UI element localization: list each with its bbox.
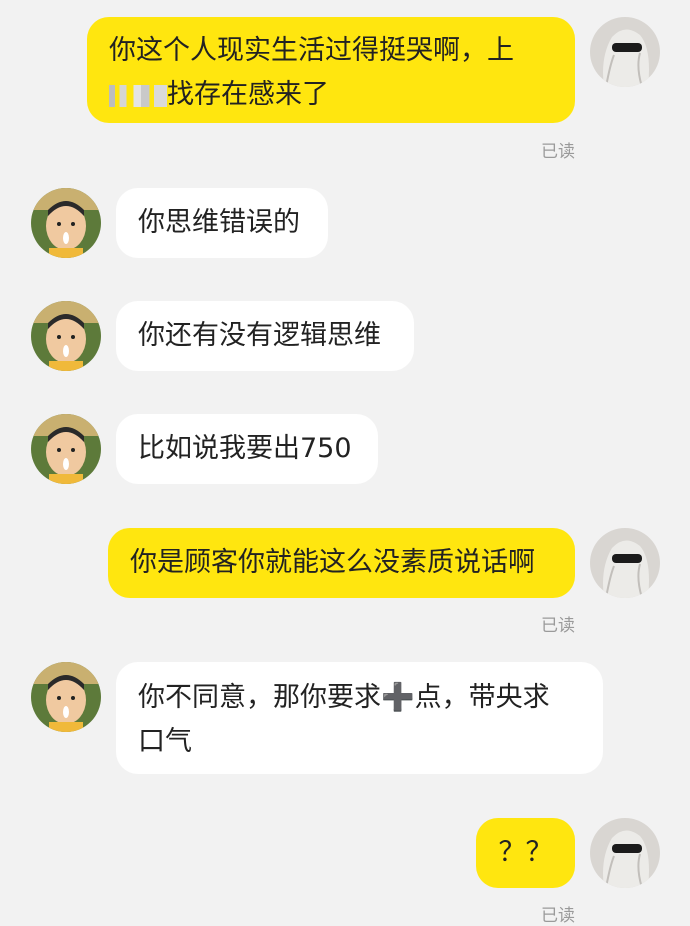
read-receipt: 已读	[541, 616, 575, 636]
cartoon-avatar-icon	[31, 188, 101, 258]
message-text-line2-wrap: 找存在感来了	[109, 73, 553, 117]
cartoon-avatar-icon	[31, 301, 101, 371]
avatar-other[interactable]	[31, 188, 101, 258]
cartoon-avatar-icon	[31, 414, 101, 484]
avatar-other[interactable]	[31, 414, 101, 484]
read-receipt: 已读	[541, 906, 575, 926]
avatar-other[interactable]	[31, 662, 101, 732]
avatar-self[interactable]	[590, 17, 660, 87]
message-bubble-other[interactable]: 比如说我要出750	[116, 414, 378, 484]
message-text: 比如说我要出750	[138, 433, 352, 464]
avatar-self[interactable]	[590, 818, 660, 888]
ghost-avatar-icon	[590, 17, 660, 87]
avatar-other[interactable]	[31, 301, 101, 371]
message-bubble-other[interactable]: 你不同意，那你要求➕点，带央求 口气	[116, 662, 603, 774]
message-text: 你还有没有逻辑思维	[138, 320, 381, 351]
read-receipt: 已读	[541, 142, 575, 162]
message-text-line2: 口气	[138, 726, 192, 757]
message-text: 你思维错误的	[138, 207, 300, 238]
ghost-avatar-icon	[590, 528, 660, 598]
ghost-avatar-icon	[590, 818, 660, 888]
message-text: ？？	[498, 837, 553, 868]
message-text-line2: 找存在感来了	[167, 79, 329, 110]
cartoon-avatar-icon	[31, 662, 101, 732]
message-bubble-self[interactable]: 你这个人现实生活过得挺哭啊，上 找存在感来了	[87, 17, 575, 123]
avatar-self[interactable]	[590, 528, 660, 598]
message-bubble-self[interactable]: ？？	[476, 818, 575, 888]
message-text-line1: 你不同意，那你要求➕点，带央求	[138, 682, 550, 713]
message-text-line1: 你这个人现实生活过得挺哭啊，上	[109, 35, 514, 66]
message-text: 你是顾客你就能这么没素质说话啊	[130, 547, 535, 578]
message-bubble-self[interactable]: 你是顾客你就能这么没素质说话啊	[108, 528, 575, 598]
censored-mosaic	[109, 84, 167, 107]
message-bubble-other[interactable]: 你还有没有逻辑思维	[116, 301, 414, 371]
message-bubble-other[interactable]: 你思维错误的	[116, 188, 328, 258]
